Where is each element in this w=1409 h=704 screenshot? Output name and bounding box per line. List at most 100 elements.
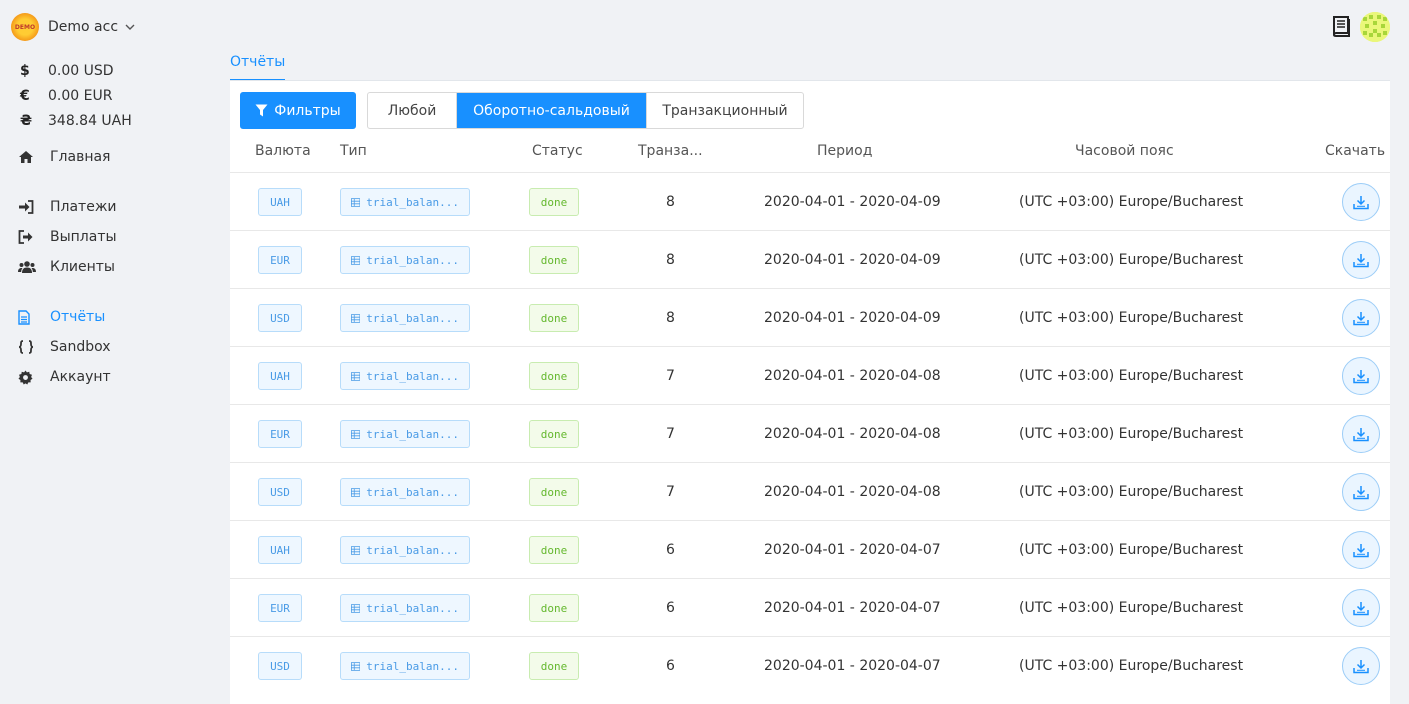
table-icon xyxy=(351,197,361,207)
sidebar-item-account[interactable]: Аккаунт xyxy=(18,362,111,392)
account-switcher[interactable]: DEMO Demo acc xyxy=(11,13,136,41)
status-badge: done xyxy=(529,536,579,564)
transactions-count: 7 xyxy=(666,484,675,500)
download-button[interactable] xyxy=(1342,531,1380,569)
user-avatar[interactable] xyxy=(1360,12,1390,42)
download-icon xyxy=(1353,253,1369,267)
table-icon xyxy=(351,255,361,265)
currency-tag: EUR xyxy=(258,594,302,622)
report-type-tag[interactable]: trial_balan... xyxy=(340,652,470,680)
sidebar-item-label: Клиенты xyxy=(50,259,115,275)
report-type-label: trial_balan... xyxy=(366,253,459,267)
balance-uah: ₴ 348.84 UAH xyxy=(20,108,132,133)
tab-reports[interactable]: Отчёты xyxy=(230,52,286,81)
download-icon xyxy=(1353,601,1369,615)
status-badge: done xyxy=(529,362,579,390)
status-badge: done xyxy=(529,420,579,448)
currency-tag: UAH xyxy=(258,536,302,564)
transactions-count: 6 xyxy=(666,542,675,558)
gear-icon xyxy=(18,369,50,385)
report-type-tag[interactable]: trial_balan... xyxy=(340,536,470,564)
timezone-cell: (UTC +03:00) Europe/Bucharest xyxy=(1019,600,1244,616)
column-header-status: Статус xyxy=(532,143,583,159)
download-button[interactable] xyxy=(1342,473,1380,511)
transactions-count: 8 xyxy=(666,310,675,326)
table-icon xyxy=(351,371,361,381)
report-type-switch: Любой Оборотно-сальдовый Транзакционный xyxy=(367,92,804,129)
period-cell: 2020-04-01 - 2020-04-08 xyxy=(764,368,941,384)
report-type-label: trial_balan... xyxy=(366,311,459,325)
sidebar-item-sandbox[interactable]: Sandbox xyxy=(18,332,111,362)
report-type-tag[interactable]: trial_balan... xyxy=(340,478,470,506)
sidebar-item-payouts[interactable]: Выплаты xyxy=(18,222,117,252)
sidebar-item-payments[interactable]: Платежи xyxy=(18,192,117,222)
segment-transactional[interactable]: Транзакционный xyxy=(646,93,803,128)
sidebar-item-reports[interactable]: Отчёты xyxy=(18,302,111,332)
table-header: Валюта Тип Статус Транза... Период Часов… xyxy=(230,139,1390,173)
timezone-cell: (UTC +03:00) Europe/Bucharest xyxy=(1019,310,1244,326)
sidebar-item-label: Sandbox xyxy=(50,339,111,355)
segment-any[interactable]: Любой xyxy=(368,93,456,128)
balance-amount: 0.00 EUR xyxy=(48,87,113,104)
period-cell: 2020-04-01 - 2020-04-07 xyxy=(764,542,941,558)
table-row: UAH trial_balan... done 8 2020-04-01 - 2… xyxy=(230,172,1390,230)
period-cell: 2020-04-01 - 2020-04-09 xyxy=(764,252,941,268)
report-type-tag[interactable]: trial_balan... xyxy=(340,594,470,622)
filters-button[interactable]: Фильтры xyxy=(240,92,356,129)
column-header-currency: Валюта xyxy=(255,143,311,159)
currency-tag: USD xyxy=(258,652,302,680)
download-button[interactable] xyxy=(1342,241,1380,279)
download-button[interactable] xyxy=(1342,589,1380,627)
balance-amount: 348.84 UAH xyxy=(48,112,132,129)
currency-tag: EUR xyxy=(258,246,302,274)
download-button[interactable] xyxy=(1342,357,1380,395)
status-badge: done xyxy=(529,304,579,332)
nav-group-main: Главная xyxy=(18,142,110,172)
table-icon xyxy=(351,313,361,323)
timezone-cell: (UTC +03:00) Europe/Bucharest xyxy=(1019,368,1244,384)
sidebar-item-clients[interactable]: Клиенты xyxy=(18,252,117,282)
transactions-count: 6 xyxy=(666,658,675,674)
period-cell: 2020-04-01 - 2020-04-08 xyxy=(764,484,941,500)
nav-group-money: Платежи Выплаты Клиенты xyxy=(18,192,117,282)
download-icon xyxy=(1353,369,1369,383)
timezone-cell: (UTC +03:00) Europe/Bucharest xyxy=(1019,484,1244,500)
table-row: USD trial_balan... done 8 2020-04-01 - 2… xyxy=(230,288,1390,346)
table-icon xyxy=(351,603,361,613)
status-badge: done xyxy=(529,246,579,274)
sidebar-item-home[interactable]: Главная xyxy=(18,142,110,172)
report-type-tag[interactable]: trial_balan... xyxy=(340,304,470,332)
table-row: USD trial_balan... done 7 2020-04-01 - 2… xyxy=(230,462,1390,520)
segment-trial-balance[interactable]: Оборотно-сальдовый xyxy=(456,93,646,128)
report-type-tag[interactable]: trial_balan... xyxy=(340,420,470,448)
sidebar-item-label: Главная xyxy=(50,149,111,165)
download-icon xyxy=(1353,311,1369,325)
download-button[interactable] xyxy=(1342,647,1380,685)
users-icon xyxy=(18,260,50,274)
report-type-label: trial_balan... xyxy=(366,485,459,499)
table-row: USD trial_balan... done 6 2020-04-01 - 2… xyxy=(230,636,1390,694)
period-cell: 2020-04-01 - 2020-04-09 xyxy=(764,194,941,210)
table-icon xyxy=(351,661,361,671)
report-type-label: trial_balan... xyxy=(366,543,459,557)
report-type-label: trial_balan... xyxy=(366,195,459,209)
report-type-tag[interactable]: trial_balan... xyxy=(340,362,470,390)
filter-icon xyxy=(255,104,268,117)
currency-tag: UAH xyxy=(258,188,302,216)
balances: $0.00 USD €0.00 EUR ₴ 348.84 UAH xyxy=(20,58,132,133)
download-icon xyxy=(1353,427,1369,441)
timezone-cell: (UTC +03:00) Europe/Bucharest xyxy=(1019,194,1244,210)
balance-eur: €0.00 EUR xyxy=(20,83,132,108)
account-logo: DEMO xyxy=(11,13,39,41)
nav-group-other: Отчёты Sandbox Аккаунт xyxy=(18,302,111,392)
column-header-download: Скачать xyxy=(1325,143,1386,159)
report-type-tag[interactable]: trial_balan... xyxy=(340,246,470,274)
transactions-count: 8 xyxy=(666,252,675,268)
period-cell: 2020-04-01 - 2020-04-07 xyxy=(764,600,941,616)
download-button[interactable] xyxy=(1342,415,1380,453)
download-button[interactable] xyxy=(1342,183,1380,221)
report-type-tag[interactable]: trial_balan... xyxy=(340,188,470,216)
book-icon[interactable] xyxy=(1332,15,1352,37)
download-button[interactable] xyxy=(1342,299,1380,337)
download-icon xyxy=(1353,485,1369,499)
